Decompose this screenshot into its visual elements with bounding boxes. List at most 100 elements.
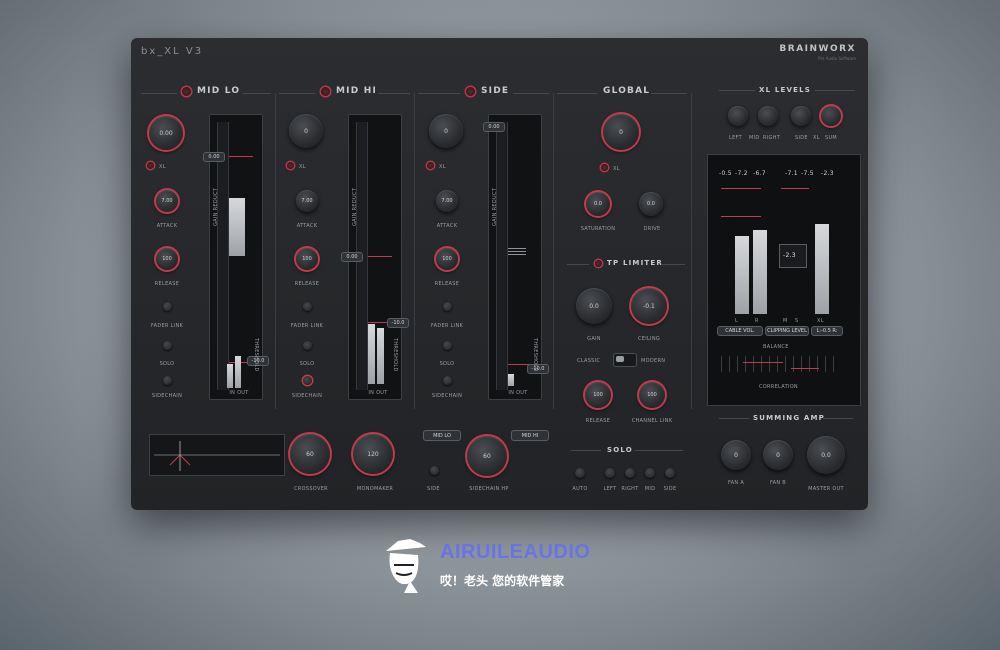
mid-lo-level-line [229, 156, 253, 157]
mid-lo-fader-value[interactable]: 0.00 [203, 152, 225, 162]
side-main-knob[interactable]: 0 [429, 114, 463, 148]
readout-right: -6.7 [753, 170, 766, 177]
mid-hi-sidechain-button[interactable] [303, 376, 312, 385]
side-gain-reduct-label: GAIN REDUCT [492, 187, 498, 226]
side-threshold-value[interactable]: -10.0 [527, 364, 549, 374]
mid-lo-main-knob[interactable]: 0.00 [149, 116, 183, 150]
cable-vol-dropdown[interactable]: CABLE VOL. [717, 326, 763, 336]
tp-channel-link-label: CHANNEL LINK [631, 418, 673, 424]
mid-lo-attack-knob[interactable]: 7.00 [156, 190, 178, 212]
mid-hi-out-meter [377, 328, 384, 384]
section-header-xl-levels: XL LEVELS [759, 86, 812, 94]
saturation-knob[interactable]: 0.0 [586, 192, 610, 216]
mid-hi-fader-link-button[interactable] [303, 302, 312, 311]
tp-gain-knob[interactable]: 0.0 [576, 288, 612, 324]
global-xl-led[interactable] [601, 164, 608, 171]
crossover-display[interactable] [149, 434, 285, 476]
side-power-toggle[interactable] [466, 87, 475, 96]
section-header-mid-hi: MID HI [336, 86, 377, 96]
divider [635, 450, 683, 451]
side-sidechain-toggle[interactable] [430, 466, 439, 475]
mid-lo-sidechain-button[interactable] [163, 376, 172, 385]
readout-sum: -2.3 [821, 170, 834, 177]
mid-hi-power-toggle[interactable] [321, 87, 330, 96]
solo-left-button[interactable] [605, 468, 615, 478]
mid-hi-sidechain-label: SIDECHAIN [291, 393, 323, 399]
tp-release-knob[interactable]: 100 [585, 382, 611, 408]
clipping-level-dropdown[interactable]: CLIPPING LEVEL [765, 326, 809, 336]
master-out-label: MASTER OUT [808, 486, 844, 492]
xl-level-knob-left[interactable] [728, 106, 748, 126]
brand-subtitle: Pro Audio Software [818, 56, 856, 61]
mid-hi-release-knob[interactable]: 100 [296, 248, 318, 270]
master-out-knob[interactable]: 0.0 [807, 436, 845, 474]
mid-hi-main-knob[interactable]: 0 [289, 114, 323, 148]
tp-ceiling-knob[interactable]: -0.1 [631, 288, 667, 324]
mid-hi-solo-button[interactable] [303, 341, 312, 350]
divider [651, 93, 687, 94]
side-solo-button[interactable] [443, 341, 452, 350]
side-xl-led[interactable] [427, 162, 434, 169]
crossover-knob[interactable]: 60 [290, 434, 330, 474]
tp-limiter-power-toggle[interactable] [595, 260, 602, 267]
solo-right-button[interactable] [625, 468, 635, 478]
mid-lo-power-toggle[interactable] [182, 87, 191, 96]
mid-lo-xl-led[interactable] [147, 162, 154, 169]
mid-lo-solo-button[interactable] [163, 341, 172, 350]
side-meter-ticks [508, 248, 526, 256]
mid-lo-gain-reduction-bar [229, 198, 245, 256]
balance-meter [721, 356, 839, 372]
summing-fan-a-knob[interactable]: 0 [721, 440, 751, 470]
mid-lo-solo-label: SOLO [159, 361, 175, 367]
side-sidechain-button[interactable] [443, 376, 452, 385]
solo-side-button[interactable] [665, 468, 675, 478]
correlation-label: CORRELATION [759, 384, 798, 390]
mid-lo-fader-track[interactable] [217, 122, 229, 390]
balance-indicator [743, 362, 783, 363]
xl-level-knob-side[interactable] [791, 106, 811, 126]
mid-hi-attack-label: ATTACK [296, 223, 318, 229]
mid-hi-sidechain-toggle[interactable]: MID HI [511, 430, 549, 441]
divider [378, 93, 410, 94]
summing-fan-b-knob[interactable]: 0 [763, 440, 793, 470]
side-release-knob[interactable]: 100 [436, 248, 458, 270]
mascot-logo [380, 537, 432, 597]
mid-lo-attack-label: ATTACK [156, 223, 178, 229]
xl-level-knob-sum[interactable] [821, 106, 841, 126]
solo-auto-button[interactable] [575, 468, 585, 478]
xl-meter-right [753, 230, 767, 314]
mid-lo-release-knob[interactable]: 100 [156, 248, 178, 270]
side-solo-label: SOLO [439, 361, 455, 367]
mid-hi-xl-led[interactable] [287, 162, 294, 169]
sidechain-hp-knob[interactable]: 60 [467, 436, 507, 476]
xl-levels-knob-label-mid: MID [749, 135, 760, 141]
tp-mode-switch[interactable] [613, 353, 637, 367]
level-readout-dropdown[interactable]: L:-0.5 R: [811, 326, 843, 336]
section-header-tp-limiter: TP LIMITER [607, 259, 663, 267]
mid-hi-fader-value[interactable]: 0.00 [341, 252, 363, 262]
mid-lo-fader-link-button[interactable] [163, 302, 172, 311]
mid-lo-sidechain-toggle[interactable]: MID LO [423, 430, 461, 441]
drive-knob[interactable]: 0.0 [639, 192, 663, 216]
readout-side: -7.1 [785, 170, 798, 177]
side-fader-link-button[interactable] [443, 302, 452, 311]
mid-hi-threshold-label: THRESHOLD [392, 338, 398, 372]
mid-hi-attack-knob[interactable]: 7.00 [296, 190, 318, 212]
divider [719, 90, 755, 91]
tp-channel-link-knob[interactable]: 100 [639, 382, 665, 408]
plugin-window: bx_XL V3 BRAINWORX Pro Audio Software MI… [131, 38, 868, 510]
side-in-meter [508, 374, 514, 386]
divider [414, 93, 415, 409]
side-fader-value[interactable]: 0.00 [483, 122, 505, 132]
global-main-knob[interactable]: 0 [603, 114, 639, 150]
side-mono-knob[interactable]: 120 [353, 434, 393, 474]
side-threshold-label: THRESHOLD [532, 338, 538, 372]
xl-levels-knob-label-sum: SUM [825, 135, 838, 141]
side-attack-knob[interactable]: 7.00 [436, 190, 458, 212]
side-mono-label: MONOMAKER [356, 486, 394, 492]
xl-level-knob-mid[interactable] [758, 106, 778, 126]
divider [661, 264, 685, 265]
solo-mid-button[interactable] [645, 468, 655, 478]
mid-hi-threshold-value[interactable]: -10.0 [387, 318, 409, 328]
side-fader-track[interactable] [496, 122, 508, 390]
